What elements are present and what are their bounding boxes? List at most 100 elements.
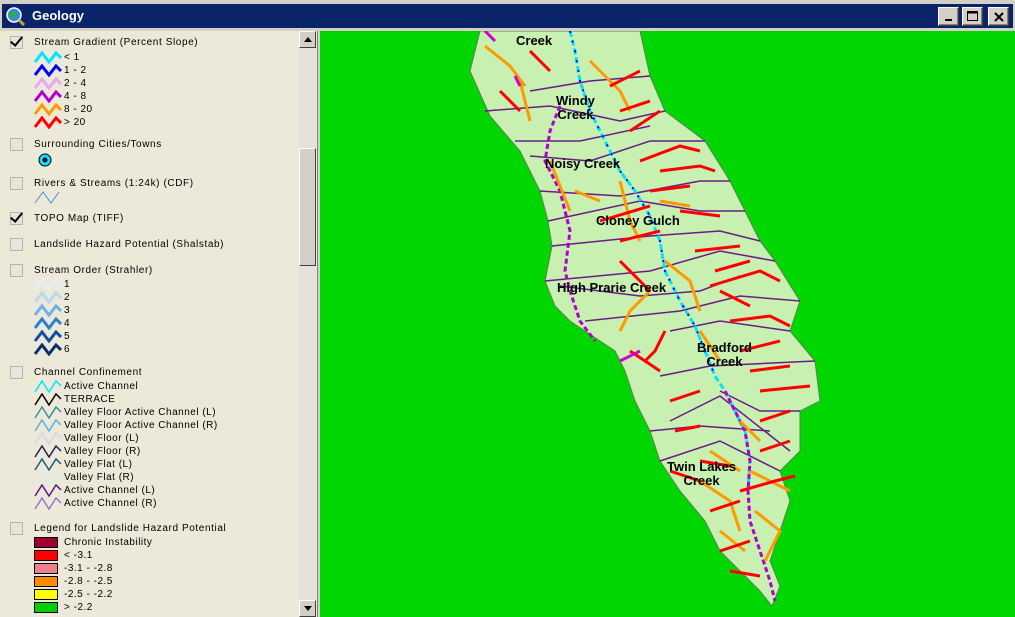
map-view[interactable]: Creek Windy Creek Noisy Creek Cloney Gul… (320, 31, 1015, 617)
color-swatch (34, 602, 58, 613)
maximize-button[interactable] (962, 7, 983, 26)
legend-label: Valley Floor (R) (64, 446, 141, 457)
legend-label: 8 - 20 (64, 104, 93, 115)
zigzag-line-icon (34, 380, 62, 393)
zigzag-line-icon (34, 471, 62, 484)
zigzag-line-icon (34, 458, 62, 471)
legend-label: 2 - 4 (64, 78, 87, 89)
legend-item: Active Channel (34, 380, 138, 393)
layer-checkbox[interactable] (10, 137, 23, 151)
layer-checkbox[interactable] (10, 35, 23, 49)
layer-checkbox[interactable] (10, 211, 23, 225)
zigzag-line-icon (34, 343, 62, 356)
close-button[interactable] (988, 7, 1009, 26)
zigzag-line-icon (34, 103, 62, 116)
layer-checkbox[interactable] (10, 176, 23, 190)
toc-scrollbar[interactable] (299, 31, 316, 617)
zigzag-line-icon (34, 419, 62, 432)
zigzag-line-icon (34, 445, 62, 458)
legend-label: 2 (64, 292, 71, 303)
legend-label: Valley Floor Active Channel (R) (64, 420, 218, 431)
legend-label: 5 (64, 331, 71, 342)
layer-rivers-streams[interactable]: Rivers & Streams (1:24k) (CDF) (10, 175, 194, 191)
layer-stream-order[interactable]: Stream Order (Strahler) (10, 262, 153, 278)
watershed-label: Bradford Creek (697, 340, 752, 369)
legend-item: 1 - 2 (34, 64, 87, 77)
legend-item (34, 191, 62, 204)
scroll-up-button[interactable] (299, 31, 316, 48)
layer-landslide-hazard[interactable]: Landslide Hazard Potential (Shalstab) (10, 236, 224, 252)
legend-label: 4 - 8 (64, 91, 87, 102)
layer-label: Legend for Landslide Hazard Potential (34, 522, 227, 534)
legend-item: Valley Floor Active Channel (L) (34, 406, 216, 419)
legend-item: -2.5 - -2.2 (34, 588, 113, 601)
legend-item: 8 - 20 (34, 103, 93, 116)
layer-label: Rivers & Streams (1:24k) (CDF) (34, 177, 194, 189)
title-bar-active: Geology (2, 4, 1013, 28)
layer-channel-confinement[interactable]: Channel Confinement (10, 364, 142, 380)
legend-item: 2 - 4 (34, 77, 87, 90)
legend-label: > -2.2 (64, 602, 93, 613)
layer-label: Channel Confinement (34, 366, 143, 378)
scroll-down-button[interactable] (299, 600, 316, 617)
layer-checkbox[interactable] (10, 521, 23, 535)
table-of-contents: Stream Gradient (Percent Slope) < 1 1 - … (0, 31, 318, 617)
zigzag-line-icon (34, 77, 62, 90)
zigzag-line-icon (34, 64, 62, 77)
zigzag-line-icon (34, 330, 62, 343)
legend-item: Valley Flat (L) (34, 458, 132, 471)
color-swatch (34, 563, 58, 574)
layer-stream-gradient[interactable]: Stream Gradient (Percent Slope) (10, 34, 198, 50)
scroll-thumb[interactable] (299, 148, 316, 266)
legend-item: -2.8 - -2.5 (34, 575, 113, 588)
legend-label: 1 - 2 (64, 65, 87, 76)
layer-checkbox[interactable] (10, 365, 23, 379)
legend-item: Chronic Instability (34, 536, 152, 549)
globe-magnifier-icon (5, 6, 26, 27)
legend-item: < -3.1 (34, 549, 93, 562)
layer-checkbox[interactable] (10, 237, 23, 251)
legend-label: < -3.1 (64, 550, 93, 561)
layer-list: Stream Gradient (Percent Slope) < 1 1 - … (0, 31, 300, 617)
zigzag-line-icon (34, 432, 62, 445)
zigzag-line-icon (34, 291, 62, 304)
minimize-button[interactable] (938, 7, 959, 26)
layer-topo-map[interactable]: TOPO Map (TIFF) (10, 210, 124, 226)
legend-item: Active Channel (R) (34, 497, 157, 510)
watershed-label: Noisy Creek (545, 156, 621, 171)
window-title: Geology (32, 8, 85, 23)
zigzag-line-icon (34, 90, 62, 103)
watershed-label: High Prarie Creek (557, 280, 667, 295)
legend-label: 1 (64, 279, 71, 290)
legend-item: 5 (34, 330, 70, 343)
legend-item: Valley Floor Active Channel (R) (34, 419, 218, 432)
legend-label: Active Channel (R) (64, 498, 157, 509)
legend-item: Valley Flat (R) (34, 471, 134, 484)
watershed-label: Windy Creek (556, 93, 595, 122)
legend-label: TERRACE (64, 394, 116, 405)
color-swatch (34, 589, 58, 600)
city-point-icon (38, 153, 52, 166)
color-swatch (34, 576, 58, 587)
legend-label: 4 (64, 318, 71, 329)
watershed-label: Cloney Gulch (596, 213, 680, 228)
layer-surrounding-cities[interactable]: Surrounding Cities/Towns (10, 136, 162, 152)
legend-label: Active Channel (64, 381, 139, 392)
layer-label: Stream Gradient (Percent Slope) (34, 36, 199, 48)
river-line-icon (34, 191, 60, 204)
legend-label: 6 (64, 344, 71, 355)
legend-item: Valley Floor (L) (34, 432, 139, 445)
legend-label: > 20 (64, 117, 86, 128)
legend-item: 3 (34, 304, 70, 317)
layer-label: Stream Order (Strahler) (34, 264, 153, 276)
layer-landslide-legend[interactable]: Legend for Landslide Hazard Potential (10, 520, 226, 536)
legend-item: 6 (34, 343, 70, 356)
zigzag-line-icon (34, 484, 62, 497)
legend-item: 4 (34, 317, 70, 330)
layer-checkbox[interactable] (10, 263, 23, 277)
watershed-label: Creek (516, 33, 553, 48)
legend-item: 1 (34, 278, 70, 291)
legend-item: Active Channel (L) (34, 484, 155, 497)
legend-label: Valley Flat (L) (64, 459, 133, 470)
zigzag-line-icon (34, 497, 62, 510)
